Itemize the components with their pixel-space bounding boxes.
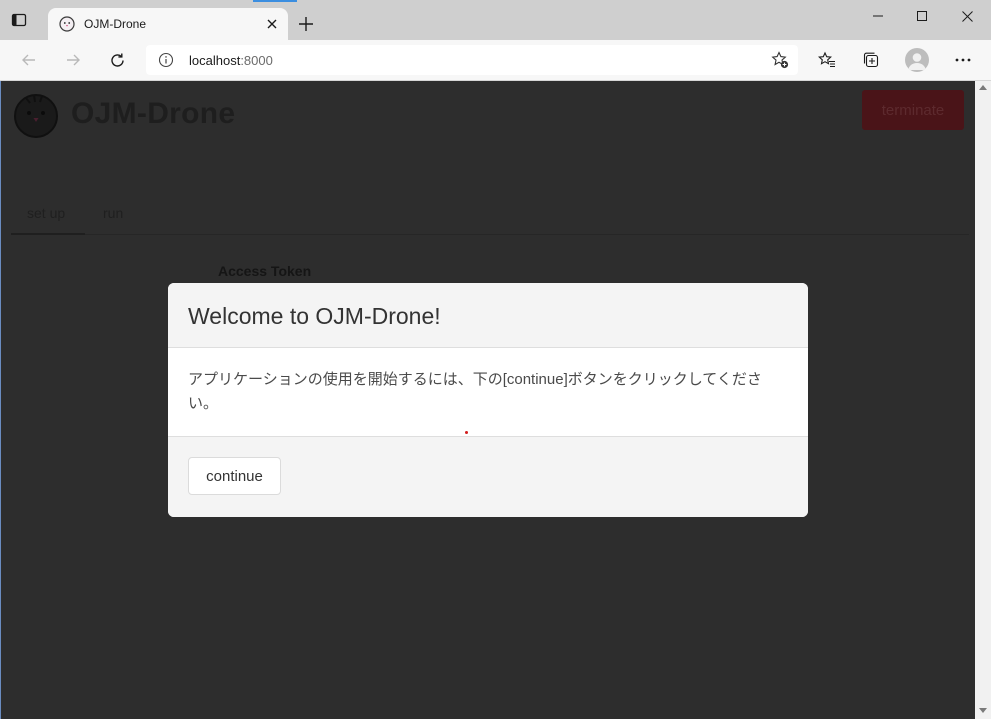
close-window-icon[interactable]	[953, 6, 981, 26]
browser-toolbar: localhost:8000	[0, 40, 991, 81]
page-scrollbar[interactable]	[975, 81, 991, 719]
terminate-button[interactable]: terminate	[862, 90, 964, 130]
modal-footer: continue	[168, 436, 808, 517]
refresh-icon[interactable]	[105, 48, 129, 72]
welcome-modal: Welcome to OJM-Drone! アプリケーションの使用を開始するには…	[168, 283, 808, 517]
close-tab-icon[interactable]	[264, 16, 280, 32]
back-icon[interactable]	[17, 48, 41, 72]
tab-divider	[11, 234, 969, 235]
browser-tab[interactable]: OJM-Drone	[48, 8, 288, 40]
app-title: OJM-Drone	[71, 97, 236, 130]
mouse-cursor-marker	[465, 431, 468, 434]
favorites-icon[interactable]	[815, 48, 839, 72]
tab-run[interactable]: run	[103, 205, 123, 221]
access-token-label: Access Token	[218, 263, 312, 279]
active-tab-indicator	[11, 233, 85, 235]
tab-loading-indicator	[253, 0, 297, 2]
site-info-icon[interactable]	[158, 52, 174, 68]
modal-header: Welcome to OJM-Drone!	[168, 283, 808, 348]
forward-icon[interactable]	[61, 48, 85, 72]
tab-title: OJM-Drone	[84, 17, 147, 31]
ojm-drone-favicon-icon	[59, 16, 75, 32]
scroll-down-icon[interactable]	[979, 708, 987, 713]
scroll-up-icon[interactable]	[979, 85, 987, 90]
modal-body-text: アプリケーションの使用を開始するには、下の[continue]ボタンをクリックし…	[188, 371, 762, 412]
modal-title: Welcome to OJM-Drone!	[188, 303, 441, 329]
minimize-icon[interactable]	[864, 6, 892, 26]
ojm-drone-logo-icon	[12, 91, 60, 139]
new-tab-icon[interactable]	[296, 14, 316, 34]
maximize-icon[interactable]	[908, 6, 936, 26]
browser-titlebar: OJM-Drone	[0, 0, 991, 40]
profile-avatar-icon[interactable]	[905, 48, 929, 72]
more-options-icon[interactable]	[951, 48, 975, 72]
continue-button[interactable]: continue	[188, 457, 281, 495]
url-text[interactable]: localhost:8000	[189, 53, 273, 68]
tab-actions-icon[interactable]	[8, 9, 30, 31]
window-edge	[0, 81, 1, 719]
collections-icon[interactable]	[859, 48, 883, 72]
add-favorite-icon[interactable]	[771, 51, 789, 69]
tab-set-up[interactable]: set up	[27, 205, 65, 221]
address-bar[interactable]: localhost:8000	[146, 45, 798, 75]
